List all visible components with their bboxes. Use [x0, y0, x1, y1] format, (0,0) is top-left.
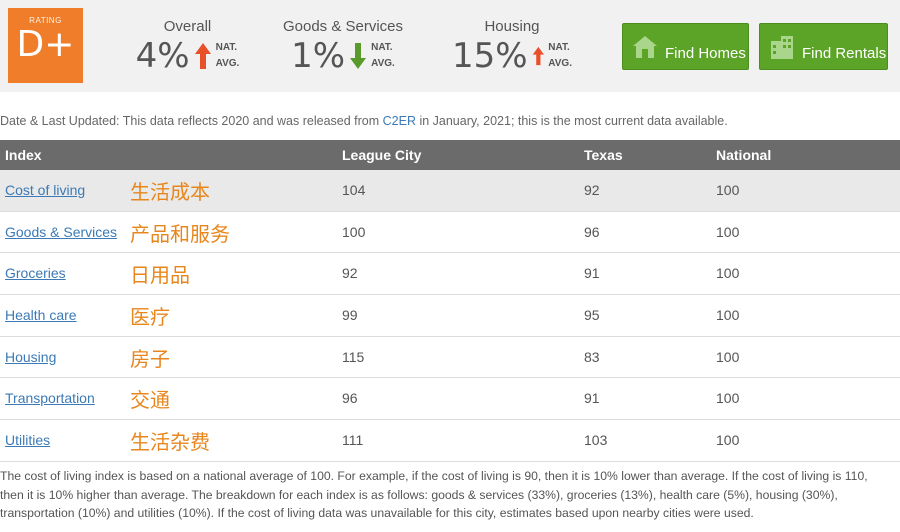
chinese-annotation: 日用品 — [130, 263, 190, 288]
metric-title: Housing — [484, 18, 540, 35]
updated-suffix: in January, 2021; this is the most curre… — [415, 114, 728, 128]
index-link[interactable]: Housing — [5, 349, 56, 365]
arrow-down-icon — [350, 43, 367, 69]
index-link[interactable]: Health care — [5, 307, 77, 323]
metric-value: 1% — [291, 36, 346, 76]
table-row: Utilities 生活杂费 111 103 100 — [0, 420, 900, 462]
header-national: National — [716, 147, 772, 163]
table-row: Housing 房子 115 83 100 — [0, 337, 900, 379]
state-value: 96 — [584, 223, 600, 240]
national-value: 100 — [716, 390, 740, 407]
state-value: 92 — [584, 182, 600, 198]
chinese-annotation: 房子 — [130, 346, 170, 371]
metric-value: 4% — [135, 36, 190, 76]
header-index: Index — [5, 147, 42, 163]
metric-nat-label: NAT. — [371, 42, 393, 53]
cost-of-living-table: Index League City Texas National Cost of… — [0, 140, 900, 462]
rating-bar: RATING D+ Overall 4% NAT. AVG. Goods & S… — [0, 0, 900, 92]
national-value: 100 — [716, 182, 740, 198]
footnote-line: then it is 10% higher than average. The … — [0, 487, 838, 502]
metric-avg-label: AVG. — [371, 58, 395, 69]
state-value: 91 — [584, 390, 600, 407]
chinese-annotation: 生活杂费 — [130, 430, 210, 455]
index-link[interactable]: Groceries — [5, 265, 66, 281]
city-value: 92 — [342, 265, 358, 282]
methodology-footnote: The cost of living index is based on a n… — [0, 467, 900, 523]
state-value: 95 — [584, 307, 600, 324]
metric-goods-services: Goods & Services 1% NAT. AVG. — [282, 18, 404, 75]
metric-title: Overall — [163, 18, 212, 35]
rating-grade: D+ — [16, 24, 75, 65]
metric-housing: Housing 15% NAT. AVG. — [452, 18, 572, 75]
house-icon — [633, 35, 657, 58]
city-value: 96 — [342, 390, 358, 407]
header-state: Texas — [584, 147, 623, 163]
index-link[interactable]: Utilities — [5, 432, 50, 448]
data-updated-note: Date & Last Updated: This data reflects … — [0, 114, 728, 128]
table-header: Index League City Texas National — [0, 140, 900, 170]
state-value: 103 — [584, 432, 608, 449]
national-value: 100 — [716, 348, 740, 365]
national-value: 100 — [716, 432, 740, 449]
arrow-up-icon — [532, 46, 544, 66]
city-value: 111 — [342, 432, 364, 449]
updated-prefix: Date & Last Updated: This data reflects … — [0, 114, 383, 128]
rating-grade-box: RATING D+ — [8, 8, 83, 83]
chinese-annotation: 产品和服务 — [130, 221, 230, 246]
city-value: 115 — [342, 348, 365, 365]
rating-label: RATING — [29, 16, 62, 25]
chinese-annotation: 医疗 — [130, 305, 170, 330]
find-homes-button[interactable]: Find Homes — [622, 23, 749, 70]
city-value: 104 — [342, 182, 366, 198]
city-value: 100 — [342, 223, 366, 240]
index-link[interactable]: Cost of living — [5, 182, 85, 198]
metric-title: Goods & Services — [282, 18, 404, 35]
find-homes-label: Find Homes — [665, 45, 746, 62]
find-rentals-button[interactable]: Find Rentals — [759, 23, 888, 70]
national-value: 100 — [716, 307, 740, 324]
table-row: Goods & Services 产品和服务 100 96 100 — [0, 212, 900, 254]
table-row: Groceries 日用品 92 91 100 — [0, 253, 900, 296]
arrow-up-icon — [194, 43, 211, 69]
state-value: 91 — [584, 265, 600, 282]
metric-avg-label: AVG. — [215, 58, 240, 69]
index-link[interactable]: Goods & Services — [5, 224, 117, 240]
metric-avg-label: AVG. — [548, 58, 572, 69]
metric-nat-label: NAT. — [215, 42, 238, 53]
table-row: Cost of living 生活成本 104 92 100 — [0, 170, 900, 212]
city-value: 99 — [342, 307, 358, 324]
c2er-link[interactable]: C2ER — [383, 114, 416, 128]
table-row: Transportation 交通 96 91 100 — [0, 378, 900, 421]
index-link[interactable]: Transportation — [5, 390, 95, 406]
find-rentals-label: Find Rentals — [802, 45, 887, 62]
chinese-annotation: 生活成本 — [130, 180, 210, 204]
metric-nat-label: NAT. — [548, 42, 570, 53]
building-icon — [771, 35, 793, 59]
metric-value: 15% — [452, 36, 528, 76]
national-value: 100 — [716, 223, 740, 240]
state-value: 83 — [584, 348, 600, 365]
header-city: League City — [342, 147, 422, 163]
footnote-line: The cost of living index is based on a n… — [0, 469, 868, 483]
chinese-annotation: 交通 — [130, 388, 170, 413]
national-value: 100 — [716, 265, 740, 282]
table-row: Health care 医疗 99 95 100 — [0, 295, 900, 337]
metric-overall: Overall 4% NAT. AVG. — [135, 18, 240, 75]
footnote-line: transportation (10%) and utilities (10%)… — [0, 506, 754, 520]
